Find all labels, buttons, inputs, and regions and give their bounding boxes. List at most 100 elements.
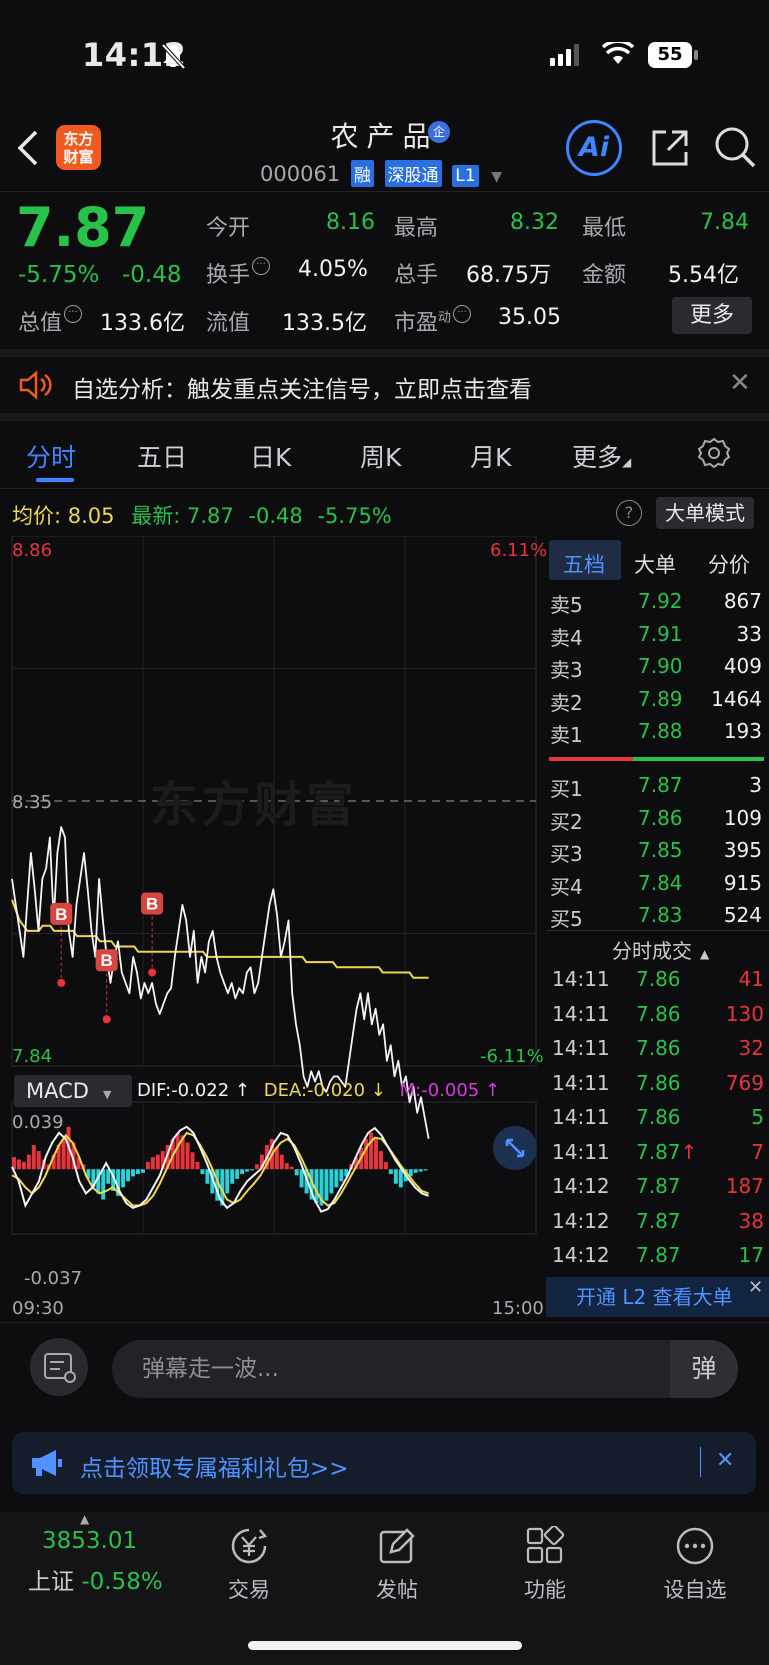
danmu-input[interactable]: 弹幕走一波... — [112, 1340, 738, 1398]
price-stats-row: 均价: 8.05 最新: 7.87 -0.48 -5.75% — [12, 500, 392, 530]
bids-level-price: 7.83 — [638, 903, 683, 927]
analysis-banner[interactable]: 自选分析：触发重点关注信号，立即点击查看 — [72, 370, 532, 404]
index-info[interactable]: 上证 -0.58% — [28, 1562, 163, 1596]
trade-price: 7.86 — [636, 1036, 681, 1060]
l2-close-icon[interactable]: ✕ — [748, 1277, 763, 1298]
macd-bar-positive — [289, 1166, 294, 1170]
tab-daily-k[interactable]: 日K — [250, 438, 291, 474]
nav-trade-label: 交易 — [228, 1578, 270, 1602]
trade-volume: 187 — [725, 1174, 764, 1198]
section-divider — [0, 413, 769, 421]
macd-bar-negative — [398, 1169, 403, 1188]
trade-volume: 5 — [751, 1105, 764, 1129]
macd-bar-negative — [299, 1169, 304, 1188]
battery-level: 55 — [657, 44, 683, 65]
macd-bar-negative — [250, 1169, 255, 1171]
asks-level-label: 卖1 — [550, 723, 583, 747]
tab-monthly-k[interactable]: 月K — [470, 438, 511, 474]
bids-level-price: 7.85 — [638, 838, 683, 862]
promo-text[interactable]: 点击领取专属福利礼包>> — [80, 1449, 349, 1483]
trade-row: 14:11 7.86 41 — [552, 967, 764, 997]
asks-level-price: 7.90 — [638, 654, 683, 678]
expand-icon — [505, 1138, 525, 1158]
asks-level-label: 卖4 — [550, 625, 583, 650]
nav-post[interactable]: 发帖 — [352, 1526, 442, 1604]
asks-level-row: 卖3 7.90 409 — [550, 654, 762, 682]
stock-code: 000061 — [260, 162, 341, 186]
macd-bar-positive — [61, 1138, 66, 1170]
info-icon[interactable]: ··· — [252, 257, 271, 275]
danmu-toggle-button[interactable] — [30, 1338, 88, 1396]
intraday-chart[interactable]: B B B — [0, 536, 546, 1322]
bids-level-volume: 109 — [723, 805, 762, 830]
macd-bar-negative — [126, 1169, 131, 1182]
trade-time: 14:12 — [552, 1174, 610, 1198]
low-value: 7.84 — [700, 210, 749, 235]
banner-close-icon[interactable]: ✕ — [729, 368, 751, 398]
indicator-select[interactable]: MACD ▼ — [14, 1075, 132, 1107]
trade-price: 7.87 — [636, 1174, 681, 1198]
asks-level-row: 卖1 7.88 193 — [550, 719, 762, 747]
trades-title[interactable]: 分时成交 ▲ — [612, 935, 709, 964]
more-quote-button[interactable]: 更多 — [672, 297, 752, 334]
ob-tab-five-level[interactable]: 五档 — [563, 549, 605, 579]
battery-cap — [694, 50, 698, 60]
edit-icon — [379, 1528, 415, 1564]
macd-bar-positive — [145, 1161, 150, 1170]
tab-more[interactable]: 更多◢ — [572, 438, 631, 474]
asks-level-row: 卖2 7.89 1464 — [550, 687, 762, 715]
buy-marker-label: B — [101, 951, 113, 970]
asks-level-volume: 867 — [723, 589, 762, 613]
chart-bottom-divider — [0, 1322, 769, 1323]
bids-level-row: 买1 7.87 3 — [550, 773, 762, 801]
macd-bar-positive — [16, 1159, 21, 1170]
search-icon[interactable] — [712, 124, 758, 170]
y-bottom-price: 7.84 — [12, 1046, 53, 1067]
trade-row: 14:12 7.87 187 — [552, 1174, 764, 1204]
promo-close-icon[interactable]: ✕ — [716, 1448, 734, 1473]
trade-price: 7.87 — [636, 1208, 681, 1233]
macd-bar-positive — [369, 1132, 374, 1170]
tab-five-day[interactable]: 五日 — [137, 438, 187, 474]
trade-price: 7.87↑ — [636, 1139, 698, 1164]
wifi-icon — [602, 42, 634, 64]
tab-weekly-k[interactable]: 周K — [360, 438, 401, 474]
index-name: 上证 — [28, 1569, 74, 1595]
buy-marker-dot — [102, 1015, 111, 1024]
nav-add-watchlist-label: 设自选 — [663, 1578, 727, 1602]
index-value[interactable]: 3853.01 — [42, 1528, 137, 1554]
turnover-value: 4.05% — [298, 257, 368, 282]
nav-trade[interactable]: 交易 — [204, 1526, 294, 1604]
l2-upsell-bar[interactable]: 开通 L2 查看大单 — [546, 1277, 769, 1317]
trade-time: 14:11 — [552, 967, 610, 991]
asks-level-price: 7.92 — [638, 589, 683, 613]
info-icon[interactable]: ··· — [64, 305, 83, 323]
help-icon[interactable]: ? — [616, 500, 642, 526]
float-value: 133.5亿 — [282, 311, 367, 336]
ob-tab-big-order[interactable]: 大单 — [634, 549, 676, 579]
header-divider — [0, 191, 769, 192]
danmu-send-button[interactable]: 弹 — [670, 1340, 738, 1398]
expand-chart-button[interactable] — [493, 1126, 537, 1170]
ai-button[interactable]: Ai — [566, 120, 622, 176]
trade-row: 14:11 7.86 130 — [552, 1002, 764, 1032]
macd-bar-negative — [294, 1169, 299, 1176]
nav-add-watchlist[interactable]: 设自选 — [650, 1526, 740, 1604]
open-label: 今开 — [206, 216, 251, 241]
index-up-caret-icon: ▲ — [80, 1512, 90, 1526]
asks-level-price: 7.88 — [638, 719, 683, 743]
y-top-price: 8.86 — [12, 540, 53, 561]
share-icon[interactable] — [648, 126, 692, 170]
macd-bar-negative — [388, 1169, 393, 1175]
stock-code-row[interactable]: 000061 融 深股通 L1 ▼ — [260, 160, 502, 187]
gear-icon[interactable] — [697, 436, 731, 470]
bids-level-volume: 395 — [723, 838, 762, 862]
macd-bar-positive — [190, 1152, 195, 1170]
nav-functions[interactable]: 功能 — [500, 1526, 590, 1604]
big-order-mode-button[interactable]: 大单模式 — [656, 497, 754, 529]
ob-tab-price-dist[interactable]: 分价 — [708, 549, 750, 579]
tab-intraday[interactable]: 分时 — [26, 438, 76, 474]
tag-l1: L1 — [452, 165, 479, 187]
info-icon[interactable]: ··· — [453, 305, 472, 323]
nav-post-label: 发帖 — [376, 1578, 418, 1602]
